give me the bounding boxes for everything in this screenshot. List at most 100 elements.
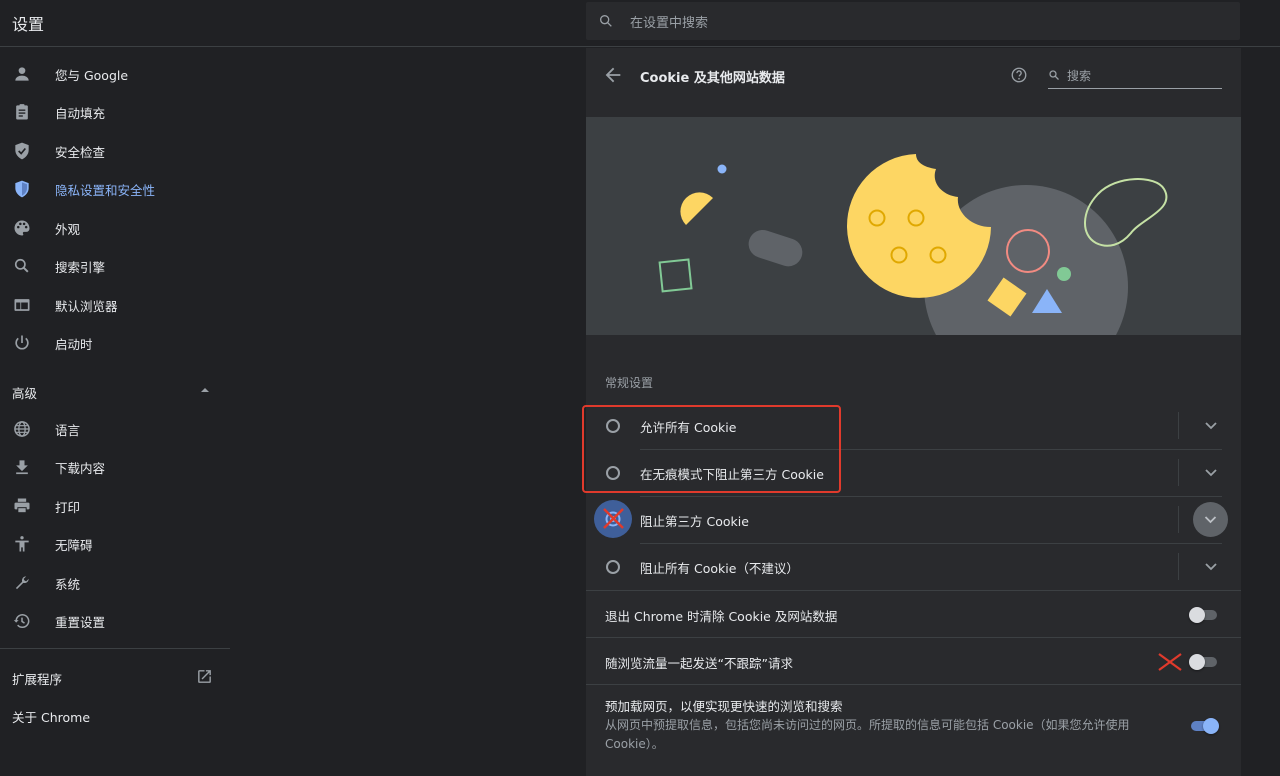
sidebar-item-privacy-security[interactable]: 隐私设置和安全性 xyxy=(0,170,230,208)
search-icon xyxy=(1049,70,1059,80)
chevron-up-icon xyxy=(201,388,209,392)
toggle-knob xyxy=(1189,654,1205,670)
toggle-switch[interactable] xyxy=(1189,607,1219,623)
divider xyxy=(640,496,1222,497)
sidebar-item-search-engine[interactable]: 搜索引擎 xyxy=(0,247,230,285)
setting-description: 从网页中预提取信息，包括您尚未访问过的网页。所提取的信息可能包括 Cookie（… xyxy=(605,718,1130,751)
wrench-icon xyxy=(15,576,29,590)
sidebar: 您与 Google 自动填充 安全检查 隐私设置和安全性 外观 搜索引擎 默认浏… xyxy=(0,48,230,776)
shield-icon xyxy=(15,180,29,198)
sidebar-item-on-startup[interactable]: 启动时 xyxy=(0,324,230,362)
divider xyxy=(1178,412,1179,439)
toggle-knob xyxy=(1189,607,1205,623)
radio-button[interactable] xyxy=(606,466,620,480)
globe-icon xyxy=(14,421,30,437)
power-icon xyxy=(15,335,29,350)
sidebar-item-label: 安全检查 xyxy=(55,144,106,160)
divider xyxy=(640,449,1222,450)
sidebar-item-autofill[interactable]: 自动填充 xyxy=(0,93,230,131)
sidebar-item-appearance[interactable]: 外观 xyxy=(0,209,230,247)
sidebar-item-label: 系统 xyxy=(55,576,81,592)
cookies-settings-card: Cookie 及其他网站数据 搜索 常规设置 允许所有 Cookie 在无痕模式… xyxy=(586,48,1241,776)
sidebar-item-label: 语言 xyxy=(55,422,81,438)
cookie-illustration xyxy=(586,117,1241,335)
top-bar: 设置 在设置中搜索 xyxy=(0,0,1280,47)
setting-preload-pages[interactable]: 预加载网页，以便实现更快速的浏览和搜索 从网页中预提取信息，包括您尚未访问过的网… xyxy=(586,684,1241,768)
radio-option-block-third-party-incognito[interactable]: 在无痕模式下阻止第三方 Cookie xyxy=(586,449,1241,496)
chevron-down-icon[interactable] xyxy=(1196,556,1226,578)
search-placeholder: 在设置中搜索 xyxy=(630,16,709,31)
history-icon xyxy=(13,614,30,628)
sidebar-item-safety-check[interactable]: 安全检查 xyxy=(0,132,230,170)
palette-icon xyxy=(14,220,30,236)
sidebar-item-label: 您与 Google xyxy=(55,67,129,83)
section-label-general: 常规设置 xyxy=(605,376,654,390)
search-icon xyxy=(600,14,612,27)
radio-option-block-all[interactable]: 阻止所有 Cookie（不建议） xyxy=(586,543,1241,590)
radio-button[interactable] xyxy=(606,419,620,433)
setting-do-not-track[interactable]: 随浏览流量一起发送“不跟踪”请求 xyxy=(586,637,1241,684)
sidebar-item-label: 重置设置 xyxy=(55,614,106,630)
open-in-new-icon xyxy=(198,670,211,683)
setting-clear-on-exit[interactable]: 退出 Chrome 时清除 Cookie 及网站数据 xyxy=(586,590,1241,637)
sidebar-item-label: 启动时 xyxy=(55,336,93,352)
divider xyxy=(1178,506,1179,533)
sidebar-divider xyxy=(0,648,230,649)
download-icon xyxy=(16,460,28,475)
sidebar-item-label: 自动填充 xyxy=(55,105,106,121)
advanced-section-toggle[interactable]: 高级 xyxy=(0,371,230,409)
radio-button[interactable] xyxy=(606,560,620,574)
sidebar-item-accessibility[interactable]: 无障碍 xyxy=(0,525,230,563)
radio-label: 阻止第三方 Cookie xyxy=(640,514,749,529)
browser-icon xyxy=(14,299,30,311)
advanced-label: 高级 xyxy=(12,386,38,401)
shield-check-icon xyxy=(15,142,29,160)
sidebar-item-label: 隐私设置和安全性 xyxy=(55,182,156,198)
sidebar-item-default-browser[interactable]: 默认浏览器 xyxy=(0,286,230,324)
sidebar-item-label: 默认浏览器 xyxy=(55,298,118,314)
toggle-knob xyxy=(1203,718,1219,734)
chevron-down-icon[interactable] xyxy=(1196,462,1226,484)
extensions-label: 扩展程序 xyxy=(12,672,63,687)
radio-option-allow-all[interactable]: 允许所有 Cookie xyxy=(586,402,1241,449)
radio-label: 阻止所有 Cookie（不建议） xyxy=(640,561,799,576)
annotation-x-mark xyxy=(1158,653,1182,671)
toggle-switch[interactable] xyxy=(1189,654,1219,670)
sidebar-item-system[interactable]: 系统 xyxy=(0,564,230,602)
settings-search-input[interactable]: 在设置中搜索 xyxy=(586,2,1240,40)
toggle-switch[interactable] xyxy=(1189,718,1219,734)
setting-label: 预加载网页，以便实现更快速的浏览和搜索 xyxy=(605,699,843,714)
setting-label: 退出 Chrome 时清除 Cookie 及网站数据 xyxy=(605,609,838,624)
sidebar-item-languages[interactable]: 语言 xyxy=(0,410,230,448)
sidebar-item-you-and-google[interactable]: 您与 Google xyxy=(0,55,230,93)
sidebar-item-label: 搜索引擎 xyxy=(55,259,106,275)
card-header: Cookie 及其他网站数据 搜索 xyxy=(586,48,1241,116)
back-arrow-icon[interactable] xyxy=(602,64,624,86)
sidebar-item-downloads[interactable]: 下载内容 xyxy=(0,448,230,486)
search-icon xyxy=(14,258,29,273)
person-icon xyxy=(15,67,29,81)
card-title: Cookie 及其他网站数据 xyxy=(640,71,785,86)
sidebar-item-label: 无障碍 xyxy=(55,537,93,553)
divider xyxy=(1178,459,1179,486)
radio-label: 在无痕模式下阻止第三方 Cookie xyxy=(640,467,824,482)
help-icon[interactable] xyxy=(1010,66,1028,84)
setting-label: 随浏览流量一起发送“不跟踪”请求 xyxy=(605,656,793,671)
cookie-search-input[interactable]: 搜索 xyxy=(1048,65,1222,89)
chevron-down-icon[interactable] xyxy=(1193,502,1228,537)
sidebar-item-extensions[interactable]: 扩展程序 xyxy=(0,657,230,695)
printer-icon xyxy=(14,498,30,514)
about-label: 关于 Chrome xyxy=(12,710,91,725)
sidebar-item-label: 下载内容 xyxy=(55,460,106,476)
search-placeholder: 搜索 xyxy=(1067,69,1092,83)
accessibility-icon xyxy=(15,536,29,552)
sidebar-item-reset[interactable]: 重置设置 xyxy=(0,602,230,640)
sidebar-item-label: 外观 xyxy=(55,221,81,237)
sidebar-item-about-chrome[interactable]: 关于 Chrome xyxy=(0,695,230,733)
chevron-down-icon[interactable] xyxy=(1196,415,1226,437)
radio-label: 允许所有 Cookie xyxy=(640,420,737,435)
radio-button-selected[interactable] xyxy=(594,500,632,538)
sidebar-item-label: 打印 xyxy=(55,499,81,515)
sidebar-item-printing[interactable]: 打印 xyxy=(0,487,230,525)
radio-option-block-third-party[interactable]: 阻止第三方 Cookie xyxy=(586,496,1241,543)
